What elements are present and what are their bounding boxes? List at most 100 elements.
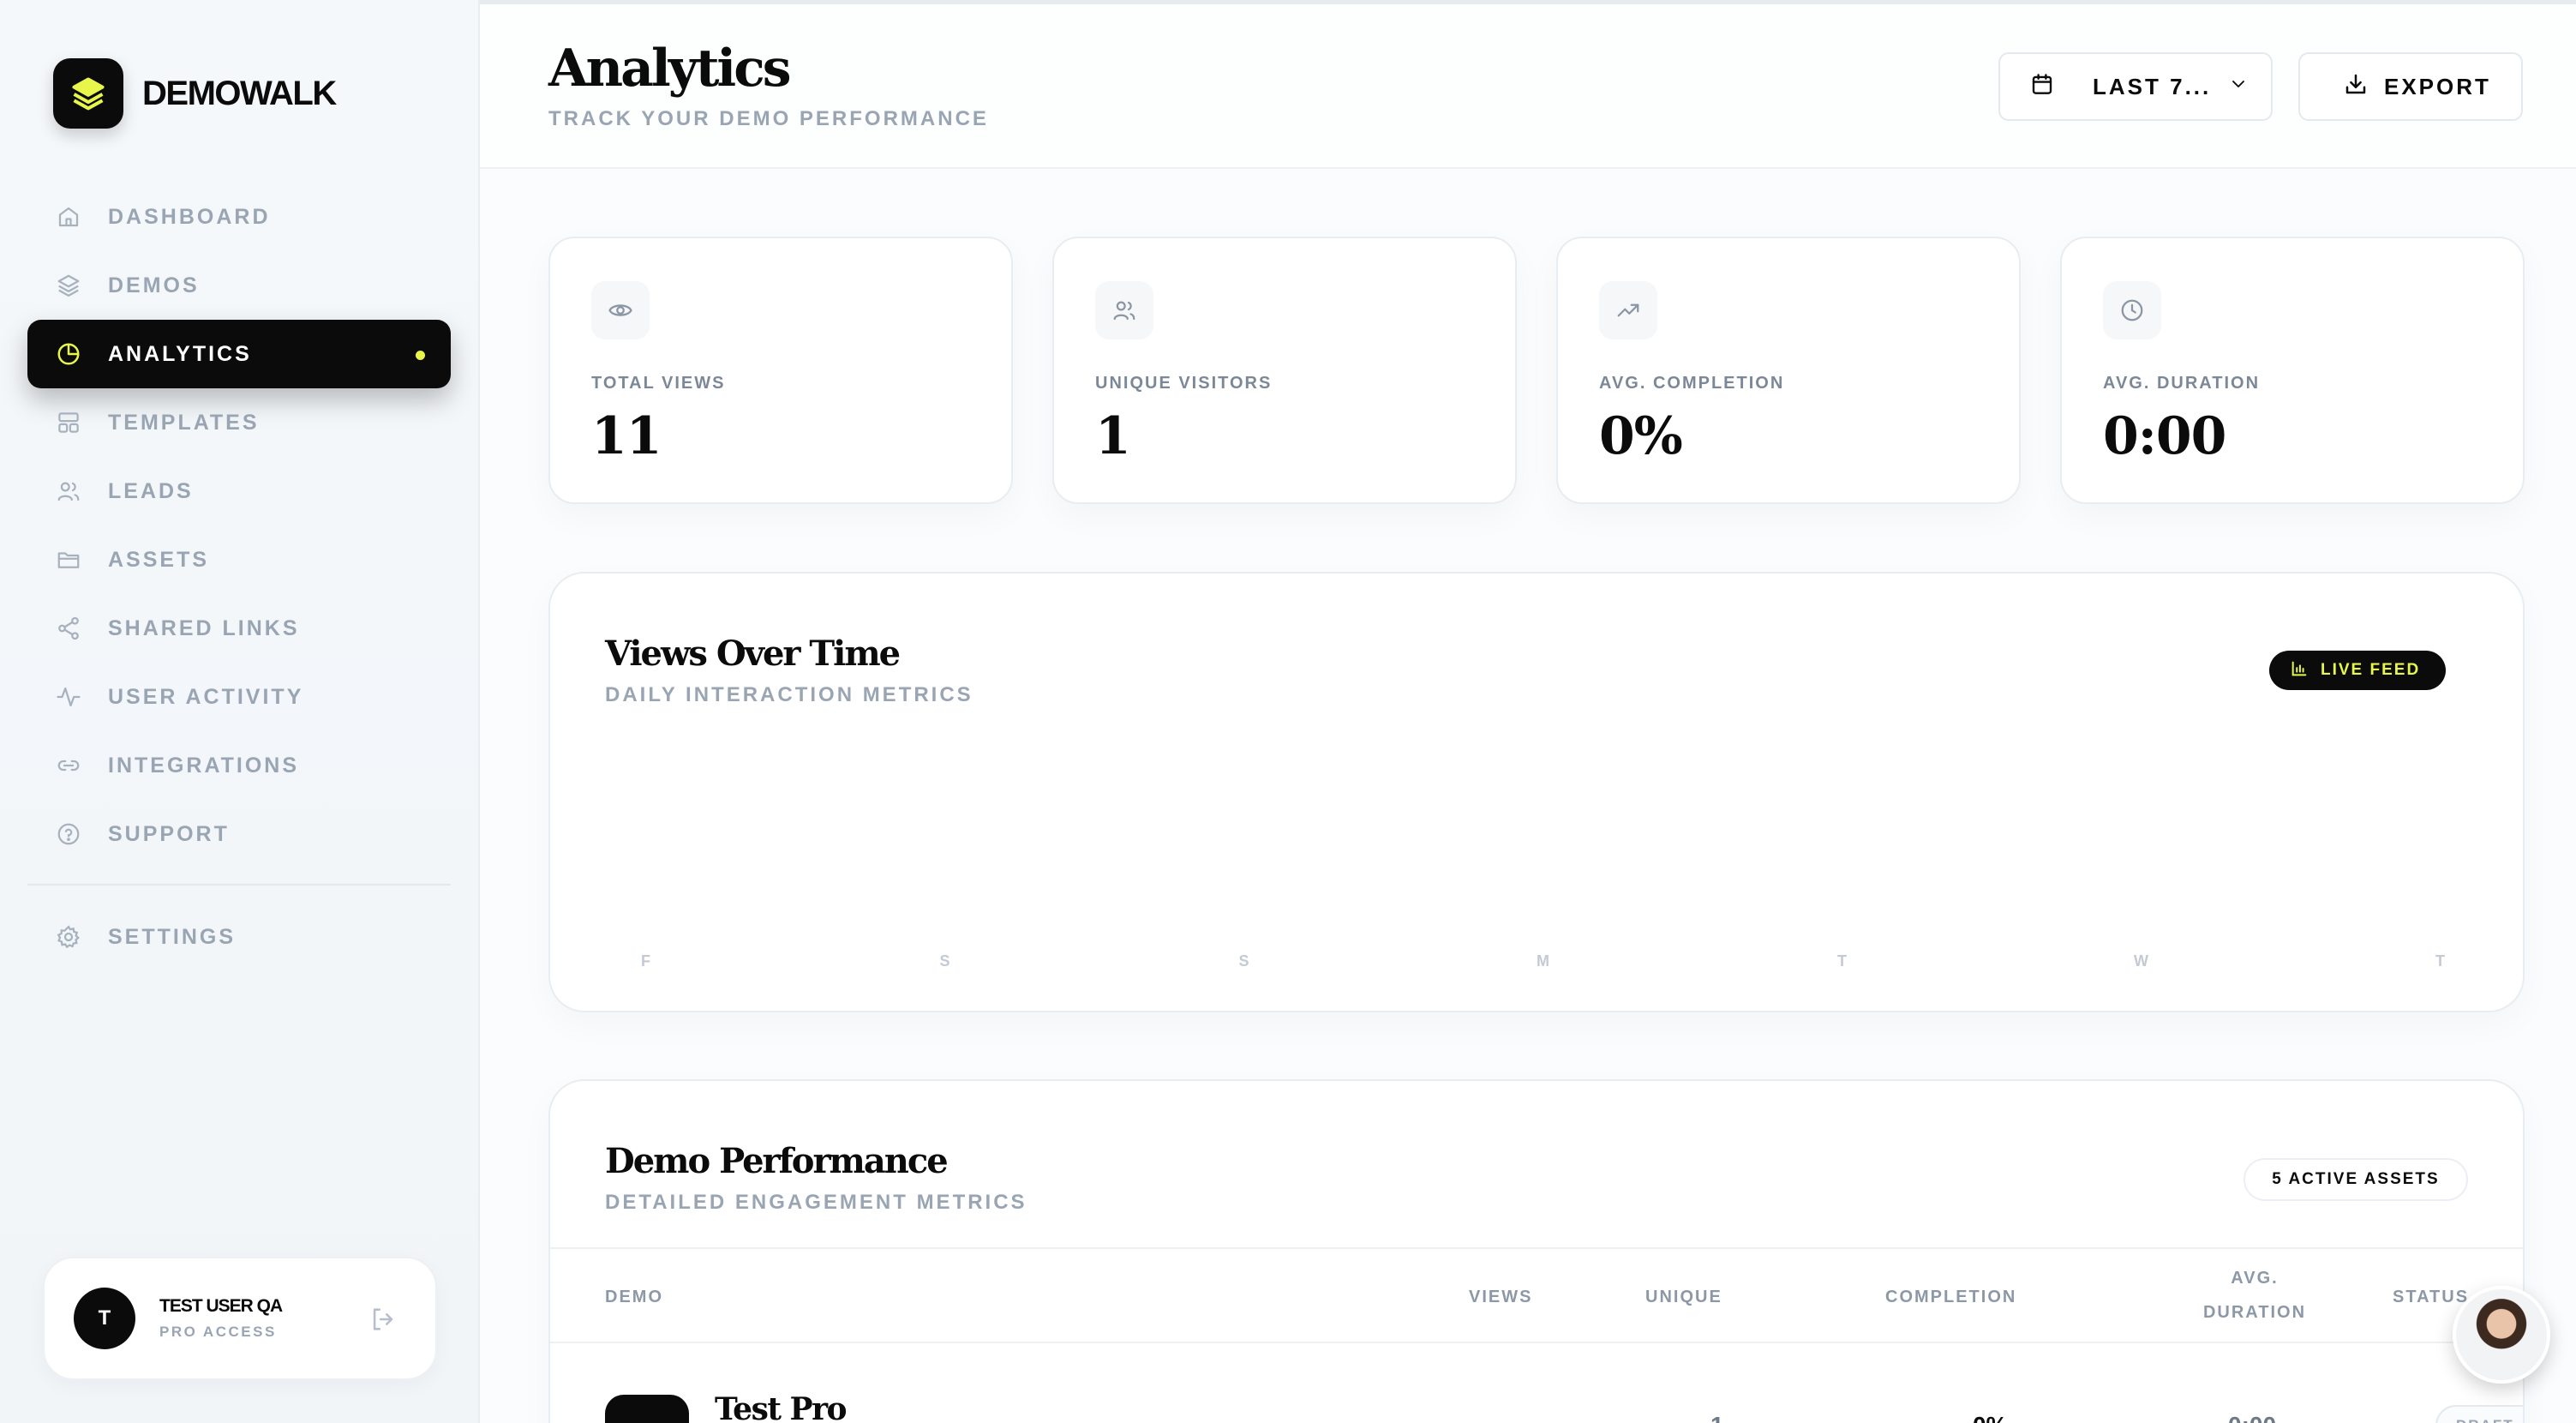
sidebar-item-label: SHARED LINKS xyxy=(108,615,300,640)
column-header-status[interactable]: STATUS xyxy=(2393,1280,2469,1314)
table-header: DEMO VIEWS UNIQUE COMPLETION AVG. DURATI… xyxy=(550,1247,2523,1343)
home-icon xyxy=(53,201,84,232)
calendar-icon xyxy=(2029,71,2055,103)
chevron-down-icon xyxy=(2228,74,2249,100)
stat-value: 0:00 xyxy=(2103,406,2226,466)
sidebar-item-assets[interactable]: ASSETS xyxy=(27,525,451,594)
stat-card-total-views: TOTAL VIEWS 11 xyxy=(548,237,1013,504)
sidebar-item-leads[interactable]: LEADS xyxy=(27,457,451,525)
panel-title: Demo Performance xyxy=(605,1141,949,1181)
live-feed-badge: LIVE FEED xyxy=(2269,651,2446,690)
views-over-time-panel: F S S M T W T Views Over Time DAILY INTERACTIO… xyxy=(548,572,2525,1012)
sidebar-item-demos[interactable]: DEMOS xyxy=(27,251,451,320)
sidebar-item-label: SETTINGS xyxy=(108,924,237,949)
link-icon xyxy=(53,750,84,781)
demo-thumbnail xyxy=(605,1395,689,1423)
stat-card-avg-duration: AVG. DURATION 0:00 xyxy=(2060,237,2525,504)
stat-card-avg-completion: AVG. COMPLETION 0% xyxy=(1556,237,2021,504)
stat-value: 0% xyxy=(1599,406,1683,466)
date-range-select[interactable]: LAST 7... xyxy=(1998,52,2273,121)
user-card[interactable]: T TEST USER QA PRO ACCESS xyxy=(43,1257,437,1380)
sidebar-item-label: USER ACTIVITY xyxy=(108,684,304,709)
layout-icon xyxy=(53,407,84,438)
demo-performance-panel: Demo Performance DETAILED ENGAGEMENT MET… xyxy=(548,1079,2525,1423)
export-button[interactable]: EXPORT xyxy=(2298,52,2523,121)
layers-icon xyxy=(53,58,123,129)
x-tick-label: S xyxy=(939,952,950,970)
help-circle-icon xyxy=(53,819,84,850)
nav-divider xyxy=(27,884,451,886)
export-label: EXPORT xyxy=(2384,73,2491,99)
stat-card-unique-visitors: UNIQUE VISITORS 1 xyxy=(1052,237,1517,504)
stat-value: 1 xyxy=(1095,406,1131,466)
x-tick-label: F xyxy=(641,952,651,970)
sidebar-item-integrations[interactable]: INTEGRATIONS xyxy=(27,731,451,800)
main-content: Analytics TRACK YOUR DEMO PERFORMANCE LA… xyxy=(480,0,2576,1423)
activity-icon xyxy=(53,681,84,712)
users-icon xyxy=(1095,281,1153,339)
sidebar-item-label: ANALYTICS xyxy=(108,341,252,366)
column-header-avg-duration-line1[interactable]: AVG. xyxy=(2190,1261,2319,1295)
x-tick-label: T xyxy=(2435,952,2446,970)
download-icon xyxy=(2343,71,2369,103)
table-row[interactable]: Test Pro 1 0% 0:00 DRAFT xyxy=(550,1343,2523,1423)
user-meta: TEST USER QA PRO ACCESS xyxy=(159,1296,283,1341)
brand[interactable]: DEMOWALK xyxy=(53,58,337,129)
sidebar-item-settings[interactable]: SETTINGS xyxy=(27,903,451,971)
avatar: T xyxy=(74,1288,135,1349)
demo-completion: 0% xyxy=(1973,1412,2007,1423)
stat-label: TOTAL VIEWS xyxy=(591,374,726,393)
sidebar-item-label: DASHBOARD xyxy=(108,204,271,229)
stats-row: TOTAL VIEWS 11 UNIQUE VISITORS 1 AVG. CO… xyxy=(548,237,2525,504)
stat-label: AVG. DURATION xyxy=(2103,374,2261,393)
layers-icon xyxy=(53,270,84,301)
assistant-avatar-button[interactable] xyxy=(2453,1286,2550,1384)
panel-title: Views Over Time xyxy=(605,633,901,674)
page-subtitle: TRACK YOUR DEMO PERFORMANCE xyxy=(548,107,989,130)
stat-label: AVG. COMPLETION xyxy=(1599,374,1785,393)
sidebar-item-label: ASSETS xyxy=(108,547,210,572)
page-title: Analytics xyxy=(548,39,792,99)
column-header-views[interactable]: VIEWS xyxy=(1469,1280,1532,1314)
logout-icon[interactable] xyxy=(368,1305,398,1338)
sidebar-item-templates[interactable]: TEMPLATES xyxy=(27,388,451,457)
active-assets-badge: 5 ACTIVE ASSETS xyxy=(2244,1158,2468,1201)
sidebar-item-analytics[interactable]: ANALYTICS xyxy=(27,320,451,388)
user-plan: PRO ACCESS xyxy=(159,1324,277,1340)
demo-name[interactable]: Test Pro xyxy=(715,1391,848,1423)
trending-up-icon xyxy=(1599,281,1657,339)
sidebar-item-label: SUPPORT xyxy=(108,821,230,846)
stat-value: 11 xyxy=(591,406,662,466)
demo-unique: 1 xyxy=(1710,1412,1724,1423)
sidebar-item-dashboard[interactable]: DASHBOARD xyxy=(27,183,451,251)
folder-icon xyxy=(53,544,84,575)
gear-icon xyxy=(53,922,84,952)
column-header-avg-duration-line2[interactable]: DURATION xyxy=(2190,1295,2319,1330)
column-header-demo[interactable]: DEMO xyxy=(605,1280,663,1314)
column-header-unique[interactable]: UNIQUE xyxy=(1645,1280,1722,1314)
date-range-label: LAST 7... xyxy=(2093,73,2212,99)
live-feed-label: LIVE FEED xyxy=(2321,661,2421,679)
eye-icon xyxy=(591,281,650,339)
clock-icon xyxy=(2103,281,2161,339)
bar-chart-icon xyxy=(2290,659,2309,682)
panel-subtitle: DAILY INTERACTION METRICS xyxy=(605,683,973,706)
brand-name: DEMOWALK xyxy=(142,74,337,112)
share-icon xyxy=(53,613,84,644)
pie-chart-icon xyxy=(53,339,84,369)
sidebar-item-label: DEMOS xyxy=(108,273,200,297)
sidebar: DEMOWALK DASHBOARD DEMOS ANALYTICS TEMPL… xyxy=(0,0,480,1423)
sidebar-item-label: TEMPLATES xyxy=(108,410,260,435)
sidebar-item-user-activity[interactable]: USER ACTIVITY xyxy=(27,663,451,731)
status-badge: DRAFT xyxy=(2435,1405,2523,1423)
sidebar-item-shared-links[interactable]: SHARED LINKS xyxy=(27,594,451,663)
page-header: Analytics TRACK YOUR DEMO PERFORMANCE LA… xyxy=(480,4,2576,169)
x-tick-label: W xyxy=(2134,952,2149,970)
demo-duration: 0:00 xyxy=(2228,1412,2276,1423)
x-tick-label: T xyxy=(1837,952,1848,970)
sidebar-item-label: LEADS xyxy=(108,478,194,503)
column-header-completion[interactable]: COMPLETION xyxy=(1885,1280,2016,1314)
user-name: TEST USER QA xyxy=(159,1296,283,1316)
sidebar-item-support[interactable]: SUPPORT xyxy=(27,800,451,868)
app-root: DEMOWALK DASHBOARD DEMOS ANALYTICS TEMPL… xyxy=(0,0,2576,1423)
